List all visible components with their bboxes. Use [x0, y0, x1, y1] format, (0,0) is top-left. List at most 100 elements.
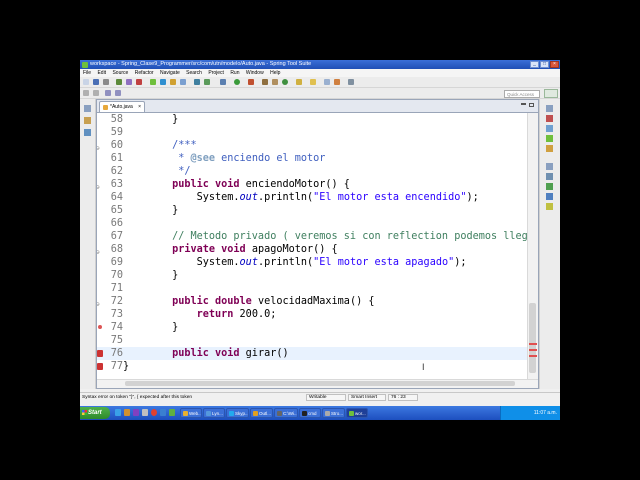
- code-line[interactable]: 59: [97, 126, 528, 139]
- line-gutter[interactable]: 65: [97, 204, 123, 217]
- window-titlebar[interactable]: workspace - Spring_Clase9_Programmer/src…: [80, 60, 560, 69]
- menu-project[interactable]: Project: [208, 70, 224, 76]
- menu-run[interactable]: Run: [230, 70, 239, 76]
- menu-source[interactable]: Source: [112, 70, 128, 76]
- servers-icon[interactable]: [546, 183, 553, 190]
- code-line[interactable]: ⊖ 60 /***: [97, 139, 528, 152]
- quick-launch-app-icon[interactable]: [142, 409, 148, 416]
- menu-help[interactable]: Help: [270, 70, 280, 76]
- toggle-mark-icon[interactable]: [310, 79, 316, 85]
- line-gutter[interactable]: 73: [97, 308, 123, 321]
- sync-icon[interactable]: [204, 79, 210, 85]
- code-line[interactable]: 64 System.out.println("El motor esta enc…: [97, 191, 528, 204]
- taskbar-window-button[interactable]: Outl...: [250, 408, 273, 418]
- save-icon[interactable]: [93, 79, 99, 85]
- line-gutter[interactable]: 66: [97, 217, 123, 230]
- line-gutter[interactable]: 67: [97, 230, 123, 243]
- code-line[interactable]: 75: [97, 334, 528, 347]
- start-button[interactable]: Start: [80, 407, 110, 419]
- stop-icon[interactable]: [136, 79, 142, 85]
- task-icon[interactable]: [180, 79, 186, 85]
- clock[interactable]: 11:07 a.m.: [534, 410, 557, 416]
- print-icon[interactable]: [103, 79, 109, 85]
- tab-close-icon[interactable]: ×: [138, 102, 141, 113]
- menu-edit[interactable]: Edit: [97, 70, 106, 76]
- overview-error-marker[interactable]: [529, 355, 537, 357]
- restore-view-icon[interactable]: [84, 105, 91, 112]
- line-gutter[interactable]: 77: [97, 360, 123, 373]
- code-line[interactable]: 65 }: [97, 204, 528, 217]
- new-package-icon[interactable]: [272, 79, 278, 85]
- bookmark-icon[interactable]: [170, 79, 176, 85]
- pencil-icon[interactable]: [334, 79, 340, 85]
- perspective-switcher-icon[interactable]: [544, 89, 558, 98]
- code-area[interactable]: 58 } 59 ⊖ 60 /*** 61 * @see enciendo el moto…: [97, 113, 528, 381]
- annotation-icon[interactable]: [324, 79, 330, 85]
- taskbar-window-button[interactable]: Lyn...: [203, 408, 225, 418]
- spring-icon[interactable]: [150, 79, 156, 85]
- open-type-icon[interactable]: [194, 79, 200, 85]
- vertical-scrollbar[interactable]: [527, 113, 538, 381]
- taskbar-window-button[interactable]: cmd: [299, 408, 321, 418]
- progress-icon[interactable]: [546, 193, 553, 200]
- code-line[interactable]: 70 }: [97, 269, 528, 282]
- maximize-button[interactable]: □: [540, 61, 549, 68]
- line-gutter[interactable]: 69: [97, 256, 123, 269]
- minimize-editor-icon[interactable]: [529, 103, 534, 107]
- line-gutter[interactable]: 76: [97, 347, 123, 360]
- bean-icon[interactable]: [160, 79, 166, 85]
- code-line[interactable]: 58 }: [97, 113, 528, 126]
- code-line[interactable]: 62 */: [97, 165, 528, 178]
- external-tools-icon[interactable]: [248, 79, 254, 85]
- horizontal-scroll-thumb[interactable]: [125, 381, 515, 386]
- quick-access-input[interactable]: Quick Access: [504, 90, 540, 98]
- server-icon[interactable]: [116, 79, 122, 85]
- line-gutter[interactable]: 70: [97, 269, 123, 282]
- new-icon[interactable]: [83, 79, 89, 85]
- line-gutter[interactable]: 74: [97, 321, 123, 334]
- line-gutter[interactable]: ⊖ 68: [97, 243, 123, 256]
- menu-navigate[interactable]: Navigate: [160, 70, 180, 76]
- code-line[interactable]: ⊖ 63 public void enciendoMotor() {: [97, 178, 528, 191]
- code-line[interactable]: ⊖ 72 public double velocidadMaxima() {: [97, 295, 528, 308]
- code-line[interactable]: ⊖ 68 private void apagoMotor() {: [97, 243, 528, 256]
- problems-icon[interactable]: [546, 145, 553, 152]
- editor-tab-auto-java[interactable]: *Auto.java ×: [99, 101, 145, 112]
- quick-launch-app-icon[interactable]: [124, 409, 130, 416]
- menu-search[interactable]: Search: [186, 70, 202, 76]
- quick-launch-chrome-icon[interactable]: [151, 409, 157, 416]
- close-button[interactable]: ×: [550, 61, 559, 68]
- debug-icon[interactable]: [220, 79, 226, 85]
- line-gutter[interactable]: 58: [97, 113, 123, 126]
- line-gutter[interactable]: 64: [97, 191, 123, 204]
- deploy-icon[interactable]: [126, 79, 132, 85]
- taskbar-window-button[interactable]: C:\Wi...: [274, 408, 298, 418]
- restore-view-icon[interactable]: [546, 163, 553, 170]
- quick-launch-app-icon[interactable]: [133, 409, 139, 416]
- new-class-icon[interactable]: [282, 79, 288, 85]
- line-gutter[interactable]: 61: [97, 152, 123, 165]
- run-icon[interactable]: [234, 79, 240, 85]
- quick-launch-app-icon[interactable]: [169, 409, 175, 416]
- taskbar-window-button[interactable]: Web...: [180, 408, 202, 418]
- menu-window[interactable]: Window: [246, 70, 264, 76]
- maximize-editor-icon[interactable]: [521, 103, 526, 107]
- new-java-project-icon[interactable]: [262, 79, 268, 85]
- menu-file[interactable]: File: [83, 70, 91, 76]
- console-icon[interactable]: [546, 173, 553, 180]
- minimize-button[interactable]: _: [530, 61, 539, 68]
- javadoc-icon[interactable]: [546, 203, 553, 210]
- horizontal-scrollbar[interactable]: [97, 379, 538, 388]
- line-gutter[interactable]: 62: [97, 165, 123, 178]
- line-gutter[interactable]: ⊖ 63: [97, 178, 123, 191]
- vertical-scroll-thumb[interactable]: [529, 303, 536, 373]
- spring-explorer-icon[interactable]: [546, 135, 553, 142]
- menu-refactor[interactable]: Refactor: [135, 70, 154, 76]
- quick-launch-app-icon[interactable]: [160, 409, 166, 416]
- code-line[interactable]: 73 return 200.0;: [97, 308, 528, 321]
- line-gutter[interactable]: 71: [97, 282, 123, 295]
- taskbar-window-button[interactable]: Stro...: [322, 408, 345, 418]
- link-icon[interactable]: [348, 79, 354, 85]
- prev-annotation-icon[interactable]: [93, 90, 99, 96]
- code-line[interactable]: 71: [97, 282, 528, 295]
